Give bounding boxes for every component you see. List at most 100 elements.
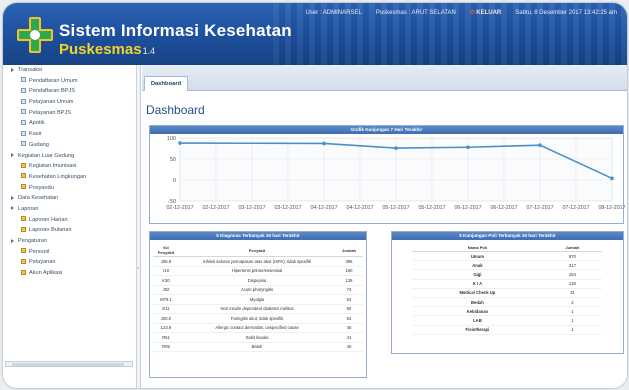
sidebar-item-laporan[interactable]: Laporan [3,204,136,215]
folder-icon [21,258,26,264]
table-row: K30 Dispepsia 128 [153,275,363,286]
table-cell-penyakit: Acute pharyngitis [179,285,335,295]
sidebar-item-pelayanan-bpjs[interactable]: Pelayanan BPJS [3,108,136,119]
tab-strip: Dashboard ····· [142,65,627,91]
top-diagnosis-panel: 5 Diagnosa Terbanyak 30 hari Terakhir Kd… [149,231,367,378]
table-cell-penyakit: Myalgia [179,294,335,305]
sidebar-horizontal-scrollbar[interactable] [5,361,133,367]
table-row: Gigi 254 [412,269,602,280]
sidebar-item-gudang[interactable]: Gudang [3,140,136,151]
app-logo-icon [17,17,53,53]
x-tick-label: 03-12-2017 [238,205,265,211]
sidebar-item-kegiatan-luar-gedung[interactable]: Kegiatan Luar Gedung [3,151,136,162]
x-tick-label: 06-12-2017 [454,205,481,211]
x-tick-label: 06-12-2017 [490,205,517,211]
sidebar-item-pendaftaran-bpjs[interactable]: Pendaftaran BPJS [3,86,136,97]
sidebar-item-label: Pelayanan [29,259,56,266]
sidebar-item-label: Pelayanan BPJS [29,109,71,116]
sidebar-item-pelayanan[interactable]: Pelayanan [3,257,136,268]
expand-arrow-icon [11,67,14,72]
folder-icon [21,184,26,190]
sidebar-item-pengaturan[interactable]: Pengaturan [3,236,136,247]
datetime-label: Sabtu, 8 Desember 2017 13:42:25 am [515,10,617,16]
col-jumlah: Jumlah [542,244,602,252]
sidebar-item-apotik[interactable]: Apotik [3,118,136,129]
page-title: Dashboard [146,103,205,117]
sidebar-item-kasir[interactable]: Kasir [3,129,136,140]
table-cell-kd: K30 [153,275,179,286]
table-row: I10 Hipertensi primer/essensial 190 [153,266,363,276]
table-header-row: Nama Poli Jumlah [412,244,602,252]
sidebar-item-label: Kegiatan Imunisasi [29,163,77,170]
poli-rows: Umum 870 Anak 317 Gigi 254 K I A 130 Medical Che… [412,251,602,335]
app-version: 1.4 [142,46,156,56]
sidebar-item-kesehatan-lingkungan[interactable]: Kesehatan Lingkungan [3,172,136,183]
table-cell-kd: J06.9 [153,256,179,267]
table-cell-jumlah: 40 [335,342,363,352]
tab-dashboard[interactable]: Dashboard [144,76,188,91]
table-cell-jumlah: 31 [542,288,602,298]
folder-icon [21,226,26,232]
table-row: LAB 1 [412,315,602,326]
table-row: L23.9 Allergic contact dermatitis, unspec… [153,323,363,333]
sidebar-item-pelayanan-umum[interactable]: Pelayanan Umum [3,97,136,108]
sidebar-item-kegiatan-imunisasi[interactable]: Kegiatan Imunisasi [3,161,136,172]
table-cell-jumlah: 1 [542,325,602,335]
sidebar-item-label: Laporan Bulanan [29,227,72,234]
x-tick-label: 05-12-2017 [418,205,445,211]
y-tick-label: 50 [170,157,176,163]
table-row: R51 Sakit kepala 41 [153,332,363,343]
table-row: J00.0 Faringitis akut, tidak spesifik 54 [153,313,363,324]
table-cell-penyakit: Dispepsia [179,275,335,286]
top-poli-panel: 5 Kunjungan Poli Terbanyak 30 hari Terak… [391,231,624,354]
table-cell-jumlah: 1 [542,306,602,317]
sidebar-item-data-kesehatan[interactable]: Data Kesehatan [3,193,136,204]
sidebar-item-akun-aplikasi[interactable]: Akun Aplikasi [3,268,136,279]
sidebar-item-label: Transaksi [18,67,43,73]
folder-icon [21,248,26,254]
sidebar-item-personil[interactable]: Personil [3,247,136,258]
col-jumlah: Jumlah [335,244,363,257]
sidebar-item-label: Pengaturan [18,238,47,244]
logout-button[interactable]: ⏻ KELUAR [470,10,501,17]
visits-line-chart: 100500-5002-12-2017 02-12-2017 03-12-2017 0… [166,136,625,211]
table-row: J06.9 Infeksi saluran pernapasan atas aku… [153,256,363,267]
collapse-arrow-icon[interactable]: ‹ [137,265,139,272]
x-tick-label: 08-12-2017 [598,205,625,211]
table-cell-nama: Kebidanan [412,306,543,317]
table-row: Anak 317 [412,260,602,271]
table-row: M79.1 Myalgia 53 [153,294,363,305]
sidebar-item-label: Pendaftaran BPJS [29,88,76,95]
sidebar-menu: Transaksi Pendaftaran Umum Pendaftaran BPJ… [3,65,137,388]
x-tick-label: 07-12-2017 [562,205,589,211]
table-cell-penyakit: Faringitis akut, tidak spesifik [179,313,335,324]
table-cell-nama: LAB [412,315,543,326]
sidebar-item-transaksi[interactable]: Transaksi [3,65,136,76]
table-cell-jumlah: 130 [542,279,602,289]
table-cell-penyakit: Sakit kepala [179,332,335,343]
table-row: K I A 130 [412,279,602,289]
scrollbar-thumb[interactable] [12,363,124,366]
sidebar-item-pendaftaran-umum[interactable]: Pendaftaran Umum [3,76,136,87]
sidebar-item-laporan-harian[interactable]: Laporan Harian [3,215,136,226]
x-tick-label: 02-12-2017 [166,205,193,211]
diagnosis-title: 5 Diagnosa Terbanyak 30 hari Terakhir [150,232,366,240]
tabstrip-grip-icon[interactable]: ····· [422,67,437,73]
poli-title: 5 Kunjungan Poli Terbanyak 30 hari Terak… [392,232,623,240]
table-cell-jumlah: 128 [335,275,363,286]
table-cell-kd: E11 [153,304,179,314]
main-content: Dashboard ····· Dashboard Grafik Kunjung… [142,65,627,388]
sidebar-item-label: Laporan [18,205,39,212]
table-cell-kd: M79.1 [153,294,179,305]
sidebar-item-label: Pendaftaran Umum [29,77,78,84]
chart-title: Grafik Kunjungan 7 Hari Terakhir [150,126,623,134]
diagnosis-rows: J06.9 Infeksi saluran pernapasan atas aku… [153,256,363,352]
sidebar-item-posyandu[interactable]: Posyandu [3,183,136,194]
sidebar-splitter[interactable]: ‹ [137,65,141,388]
sidebar-item-laporan-bulanan[interactable]: Laporan Bulanan [3,225,136,236]
page-icon [21,130,26,136]
table-cell-nama: Fisiotherapi [412,325,543,335]
table-cell-kd: J02 [153,285,179,295]
table-cell-penyakit: Non insulin dependent diabetes melitus [179,304,335,314]
folder-icon [21,269,26,275]
